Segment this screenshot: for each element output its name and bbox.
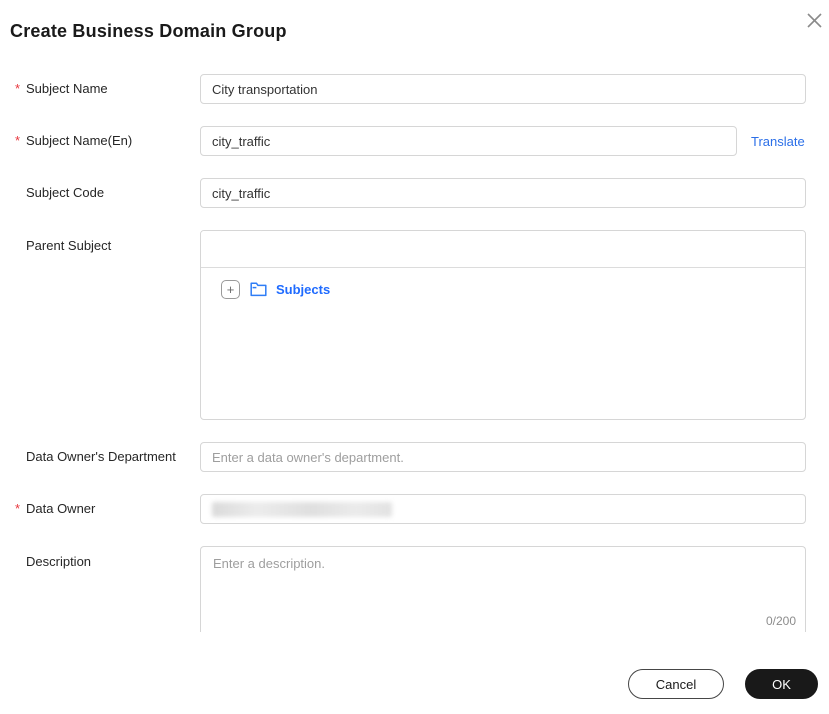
subject-code-label: Subject Code — [26, 185, 105, 200]
tree-node-label: Subjects — [276, 282, 331, 297]
dialog-title: Create Business Domain Group — [10, 21, 287, 41]
data-owner-input[interactable] — [200, 494, 806, 524]
row-data-owner-department: Data Owner's Department — [0, 442, 829, 472]
parent-subject-tree-panel: + Subjects — [200, 230, 806, 420]
translate-link[interactable]: Translate — [751, 134, 805, 149]
row-subject-code: Subject Code — [0, 178, 829, 208]
data-owner-label: * Data Owner — [0, 494, 200, 524]
data-owner-department-label: Data Owner's Department — [26, 449, 176, 464]
row-subject-name: * Subject Name — [0, 74, 829, 104]
parent-subject-tree: + Subjects — [201, 268, 805, 299]
description-char-counter: 0/200 — [765, 614, 796, 628]
dialog-footer: Cancel OK — [628, 669, 818, 699]
subject-name-en-input[interactable] — [200, 126, 737, 156]
form: * Subject Name * Subject Name(En) Transl… — [0, 74, 829, 632]
tree-node-subjects[interactable]: + Subjects — [221, 280, 805, 299]
folder-icon — [250, 282, 267, 297]
subject-name-label: * Subject Name — [0, 74, 200, 104]
tree-expand-button[interactable]: + — [221, 280, 240, 299]
required-marker: * — [15, 501, 21, 516]
subject-code-input[interactable] — [200, 178, 806, 208]
ok-button[interactable]: OK — [745, 669, 818, 699]
cancel-button[interactable]: Cancel — [628, 669, 724, 699]
row-parent-subject: Parent Subject + Subjects — [0, 230, 829, 420]
description-box: 0/200 — [200, 546, 806, 632]
row-subject-name-en: * Subject Name(En) Translate — [0, 126, 829, 156]
required-marker: * — [15, 133, 21, 148]
close-icon — [806, 12, 823, 29]
close-button[interactable] — [801, 7, 827, 33]
required-marker: * — [15, 81, 21, 96]
data-owner-redacted-value — [212, 501, 392, 517]
parent-subject-label: Parent Subject — [26, 238, 112, 253]
data-owner-department-input[interactable] — [200, 442, 806, 472]
row-data-owner: * Data Owner — [0, 494, 829, 524]
description-textarea[interactable] — [201, 547, 805, 605]
row-description: Description 0/200 — [0, 546, 829, 632]
subject-name-en-label: * Subject Name(En) — [0, 126, 200, 156]
parent-subject-selected-input[interactable] — [201, 231, 805, 268]
subject-name-input[interactable] — [200, 74, 806, 104]
create-business-domain-group-dialog: Create Business Domain Group * Subject N… — [0, 0, 829, 714]
description-label: Description — [26, 554, 92, 569]
